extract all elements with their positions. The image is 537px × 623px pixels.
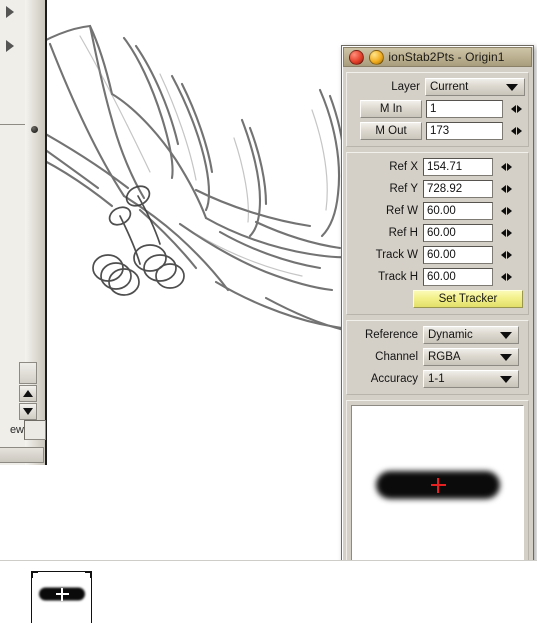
m-out-row: M Out 173 — [350, 121, 525, 141]
arrow-down-icon — [23, 408, 33, 415]
reference-select-value: Dynamic — [428, 329, 473, 341]
layer-row: Layer Current — [350, 77, 525, 97]
arrow-right-icon — [506, 185, 512, 193]
arrow-right-icon — [516, 105, 522, 113]
arrow-left-icon — [510, 105, 516, 113]
track-h-stepper[interactable] — [497, 269, 515, 285]
accuracy-select[interactable]: 1-1 — [423, 370, 519, 388]
arrow-right-icon — [506, 273, 512, 281]
reference-fields-group: Ref X 154.71 Ref Y 728.92 Ref W 60.00 Re… — [346, 152, 529, 315]
accuracy-row: Accuracy 1-1 — [350, 369, 525, 389]
scrollbar-thumb[interactable] — [19, 362, 37, 384]
ref-w-input[interactable]: 60.00 — [423, 202, 493, 220]
arrow-up-icon — [23, 390, 33, 397]
dock-field-input[interactable] — [24, 420, 46, 440]
ref-w-label: Ref W — [386, 205, 418, 217]
m-in-stepper[interactable] — [507, 101, 525, 117]
selection-corner-handle[interactable] — [32, 572, 38, 578]
arrow-right-icon — [506, 207, 512, 215]
ref-x-label: Ref X — [389, 161, 418, 173]
options-group: Reference Dynamic Channel RGBA Accuracy … — [346, 320, 529, 395]
layer-select-value: Current — [430, 81, 469, 93]
track-w-row: Track W 60.00 — [350, 245, 525, 265]
bottom-strip — [0, 560, 537, 623]
arrow-right-icon — [506, 229, 512, 237]
chevron-down-icon — [500, 375, 512, 383]
tracker-dialog: ionStab2Pts - Origin1 Layer Current M In… — [341, 45, 534, 601]
scroll-down-button[interactable] — [19, 403, 37, 420]
layer-group: Layer Current M In 1 M Out 173 — [346, 72, 529, 147]
close-icon[interactable] — [349, 49, 364, 65]
dialog-title: ionStab2Pts - Origin1 — [388, 50, 505, 64]
ref-w-stepper[interactable] — [497, 203, 515, 219]
scroll-up-button[interactable] — [19, 385, 37, 402]
arrow-left-icon — [500, 251, 506, 259]
m-in-row: M In 1 — [350, 99, 525, 119]
divider — [0, 124, 25, 125]
dock-field-label: ew — [9, 424, 24, 436]
splitter-grip-icon[interactable] — [31, 126, 38, 133]
tracker-preview[interactable] — [351, 405, 524, 565]
track-w-input[interactable]: 60.00 — [423, 246, 493, 264]
ref-h-stepper[interactable] — [497, 225, 515, 241]
track-w-label: Track W — [375, 249, 418, 261]
m-out-button[interactable]: M Out — [360, 122, 422, 140]
ref-w-row: Ref W 60.00 — [350, 201, 525, 221]
arrow-left-icon — [500, 273, 506, 281]
m-out-input[interactable]: 173 — [426, 122, 503, 140]
dialog-titlebar[interactable]: ionStab2Pts - Origin1 — [343, 47, 532, 67]
pencil-sketch-artwork — [20, 24, 360, 332]
chevron-down-icon — [500, 353, 512, 361]
layer-select[interactable]: Current — [425, 78, 525, 96]
chevron-down-icon — [500, 331, 512, 339]
selection-thumbnail[interactable] — [31, 571, 92, 623]
dock-footer-button[interactable] — [0, 447, 44, 463]
m-out-stepper[interactable] — [507, 123, 525, 139]
track-h-label: Track H — [378, 271, 418, 283]
ref-y-label: Ref Y — [389, 183, 418, 195]
arrow-left-icon — [500, 207, 506, 215]
set-tracker-button[interactable]: Set Tracker — [413, 290, 523, 308]
ref-y-input[interactable]: 728.92 — [423, 180, 493, 198]
arrow-left-icon — [500, 229, 506, 237]
track-w-stepper[interactable] — [497, 247, 515, 263]
accuracy-select-value: 1-1 — [428, 373, 445, 385]
arrow-left-icon — [500, 185, 506, 193]
track-h-row: Track H 60.00 — [350, 267, 525, 287]
arrow-left-icon — [510, 127, 516, 135]
disclosure-triangle-icon[interactable] — [6, 6, 14, 18]
selection-corner-handle[interactable] — [85, 572, 91, 578]
track-h-input[interactable]: 60.00 — [423, 268, 493, 286]
ref-x-stepper[interactable] — [497, 159, 515, 175]
arrow-left-icon — [500, 163, 506, 171]
left-dock-panel: ew — [0, 0, 47, 465]
m-in-button[interactable]: M In — [360, 100, 422, 118]
reference-row: Reference Dynamic — [350, 325, 525, 345]
m-in-input[interactable]: 1 — [426, 100, 503, 118]
arrow-right-icon — [516, 127, 522, 135]
ref-y-row: Ref Y 728.92 — [350, 179, 525, 199]
reference-label: Reference — [364, 329, 418, 341]
ref-y-stepper[interactable] — [497, 181, 515, 197]
ref-h-input[interactable]: 60.00 — [423, 224, 493, 242]
channel-label: Channel — [375, 351, 418, 363]
ref-h-row: Ref H 60.00 — [350, 223, 525, 243]
minimize-icon[interactable] — [369, 49, 384, 65]
ref-x-row: Ref X 154.71 — [350, 157, 525, 177]
chevron-down-icon — [506, 83, 518, 91]
layer-label: Layer — [391, 81, 420, 93]
channel-select-value: RGBA — [428, 351, 461, 363]
channel-select[interactable]: RGBA — [423, 348, 519, 366]
arrow-right-icon — [506, 251, 512, 259]
app-root: ew ionStab2Pts - Origin1 Layer Current M… — [0, 0, 537, 623]
tracker-preview-group — [346, 400, 529, 570]
set-tracker-row: Set Tracker — [350, 289, 525, 309]
channel-row: Channel RGBA — [350, 347, 525, 367]
ref-x-input[interactable]: 154.71 — [423, 158, 493, 176]
disclosure-triangle-icon[interactable] — [6, 40, 14, 52]
accuracy-label: Accuracy — [370, 373, 418, 385]
arrow-right-icon — [506, 163, 512, 171]
ref-h-label: Ref H — [388, 227, 418, 239]
reference-select[interactable]: Dynamic — [423, 326, 519, 344]
